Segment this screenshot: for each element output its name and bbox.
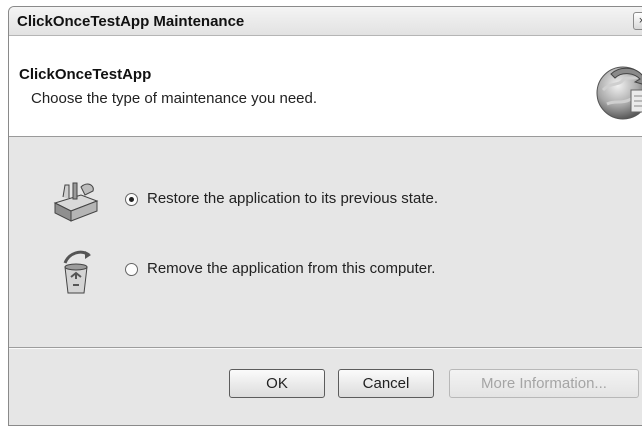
maintenance-dialog: ClickOnceTestApp Maintenance × ClickOnce… xyxy=(8,6,642,426)
toolbox-icon xyxy=(53,182,99,222)
more-information-button: More Information... xyxy=(449,369,639,398)
restore-radio[interactable] xyxy=(125,193,138,206)
remove-option-label[interactable]: Remove the application from this compute… xyxy=(147,260,435,277)
divider xyxy=(9,347,642,349)
window-title: ClickOnceTestApp Maintenance xyxy=(17,13,245,30)
remove-radio[interactable] xyxy=(125,263,138,276)
app-name: ClickOnceTestApp xyxy=(19,66,152,83)
ok-button[interactable]: OK xyxy=(229,369,325,398)
options-group: Restore the application to its previous … xyxy=(9,137,642,337)
cancel-button[interactable]: Cancel xyxy=(338,369,434,398)
header-description: Choose the type of maintenance you need. xyxy=(31,90,318,107)
restore-option-label[interactable]: Restore the application to its previous … xyxy=(147,190,438,207)
recycle-bin-icon xyxy=(63,250,91,294)
close-icon[interactable]: × xyxy=(633,12,642,30)
restore-option[interactable]: Restore the application to its previous … xyxy=(51,177,611,227)
remove-option[interactable]: Remove the application from this compute… xyxy=(51,247,611,297)
globe-arrow-icon xyxy=(596,66,642,120)
header-panel: ClickOnceTestApp Choose the type of main… xyxy=(9,36,642,137)
title-bar[interactable]: ClickOnceTestApp Maintenance × xyxy=(9,7,642,36)
